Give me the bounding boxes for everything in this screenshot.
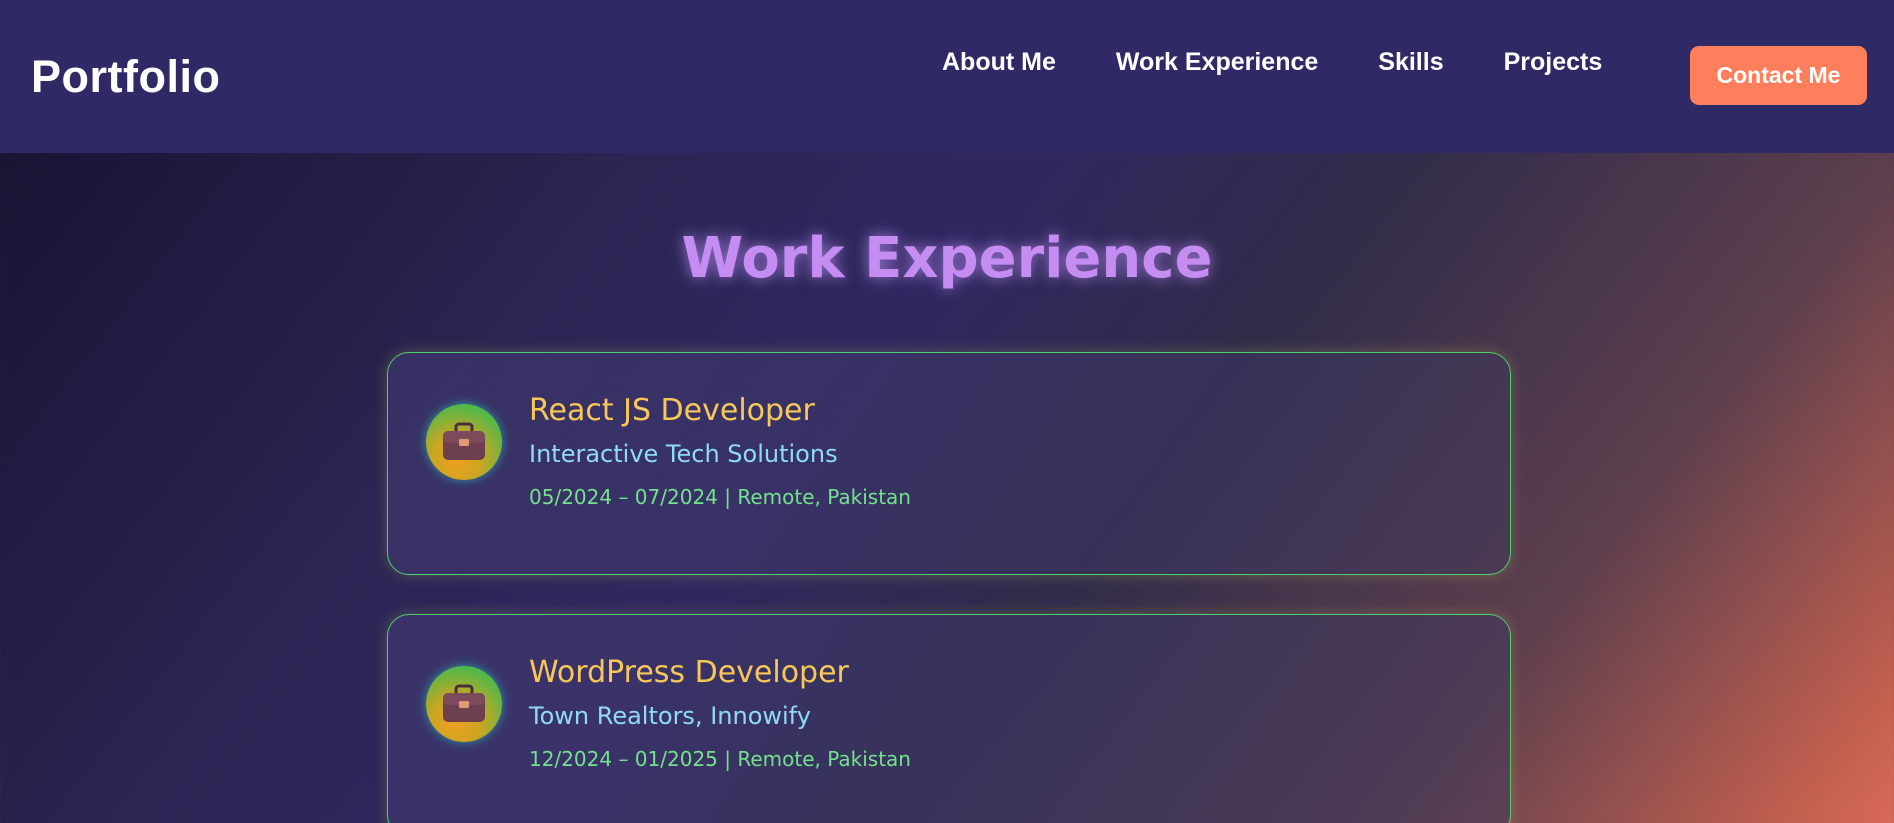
nav-links: About Me Work Experience Skills Projects xyxy=(942,48,1602,77)
company-name: Interactive Tech Solutions xyxy=(529,440,838,468)
nav-link-about-me[interactable]: About Me xyxy=(942,48,1056,77)
company-name: Town Realtors, Innowify xyxy=(529,702,811,730)
brand-logo[interactable]: Portfolio xyxy=(31,51,220,103)
nav-link-projects[interactable]: Projects xyxy=(1504,48,1603,77)
job-meta: 05/2024 – 07/2024 | Remote, Pakistan xyxy=(529,485,911,509)
contact-me-button[interactable]: Contact Me xyxy=(1690,46,1867,105)
briefcase-icon xyxy=(426,404,502,480)
section-title: Work Experience xyxy=(681,226,1213,291)
navbar: Portfolio About Me Work Experience Skill… xyxy=(0,0,1894,153)
nav-link-work-experience[interactable]: Work Experience xyxy=(1116,48,1318,77)
briefcase-icon xyxy=(426,666,502,742)
experience-card: React JS Developer Interactive Tech Solu… xyxy=(387,352,1511,575)
job-title: WordPress Developer xyxy=(529,655,849,690)
experience-card: WordPress Developer Town Realtors, Innow… xyxy=(387,614,1511,823)
job-title: React JS Developer xyxy=(529,393,815,428)
nav-link-skills[interactable]: Skills xyxy=(1378,48,1443,77)
job-meta: 12/2024 – 01/2025 | Remote, Pakistan xyxy=(529,747,911,771)
